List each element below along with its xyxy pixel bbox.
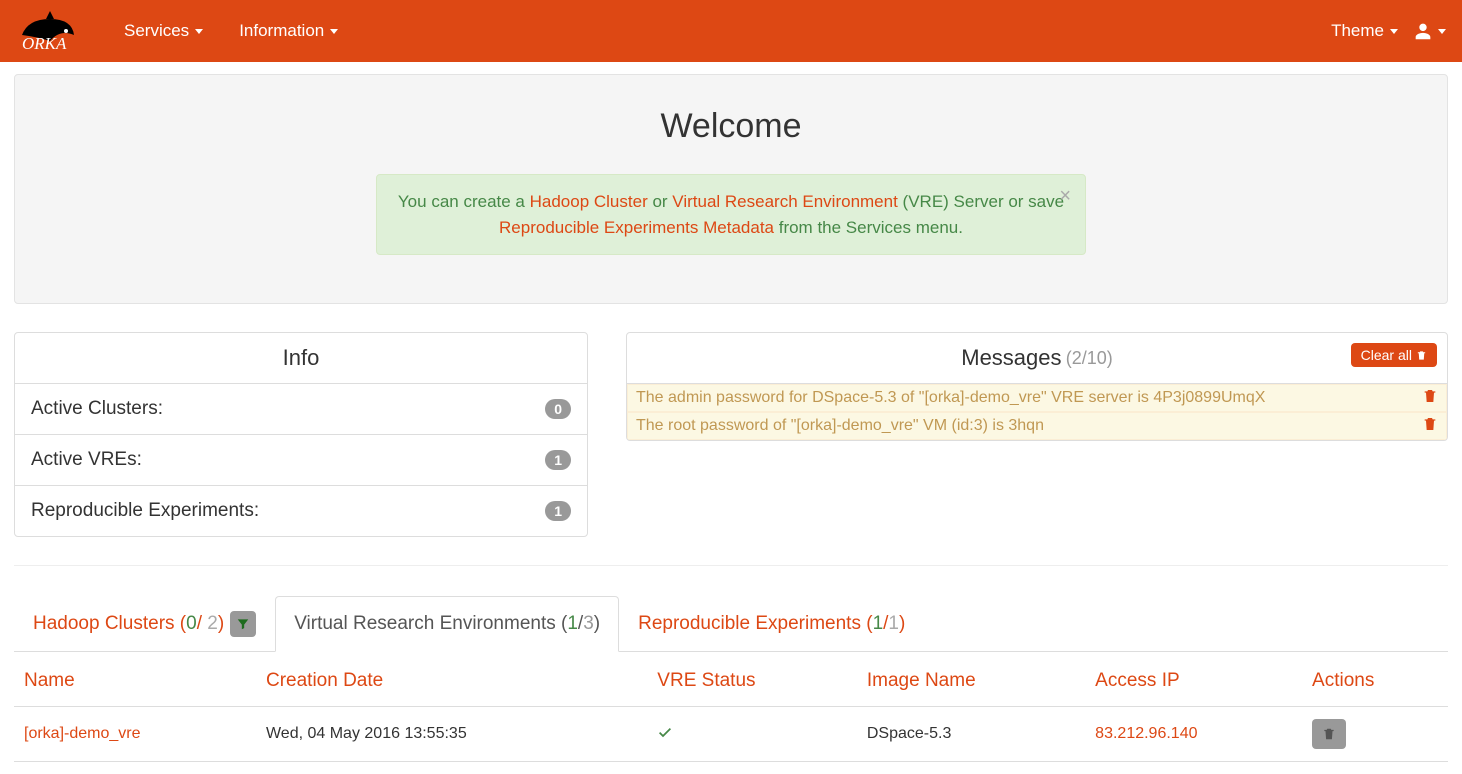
col-status[interactable]: VRE Status [647, 656, 857, 707]
alert-text-pre1: You can create a [398, 192, 530, 211]
svg-text:ORKA: ORKA [22, 34, 67, 53]
trash-icon [1422, 416, 1438, 432]
vre-ip-link[interactable]: 83.212.96.140 [1095, 725, 1197, 742]
tab-label: Hadoop Clusters [33, 613, 175, 634]
chevron-down-icon [330, 29, 338, 34]
col-name[interactable]: Name [14, 656, 256, 707]
divider [14, 565, 1448, 566]
message-row: The root password of "[orka]-demo_vre" V… [627, 412, 1447, 440]
vre-name-link[interactable]: [orka]-demo_vre [24, 725, 141, 742]
alert-text-mid1: or [648, 192, 673, 211]
col-image[interactable]: Image Name [857, 656, 1085, 707]
chevron-down-icon [195, 29, 203, 34]
info-count-badge: 1 [545, 450, 571, 470]
tab-total-count: 2 [207, 613, 218, 634]
status-active-icon [657, 727, 673, 744]
message-text: The root password of "[orka]-demo_vre" V… [636, 417, 1044, 435]
info-label: Active Clusters: [31, 398, 163, 420]
chevron-down-icon [1438, 29, 1446, 34]
trash-icon [1322, 727, 1336, 741]
page-title: Welcome [29, 107, 1433, 146]
col-ip[interactable]: Access IP [1085, 656, 1302, 707]
vre-date: Wed, 04 May 2016 13:55:35 [256, 707, 647, 762]
link-repro-experiments[interactable]: Reproducible Experiments Metadata [499, 218, 774, 237]
info-count-badge: 1 [545, 501, 571, 521]
messages-title: Messages [961, 345, 1061, 371]
nav-user-menu[interactable] [1412, 20, 1446, 42]
tab-total-count: 1 [888, 613, 899, 634]
chevron-down-icon [1390, 29, 1398, 34]
nav-theme[interactable]: Theme [1325, 13, 1404, 49]
tab-label: Virtual Research Environments [294, 613, 556, 634]
info-messages-row: Info Active Clusters: 0 Active VREs: 1 R… [14, 332, 1448, 537]
check-icon [657, 724, 673, 740]
info-label: Reproducible Experiments: [31, 500, 259, 522]
welcome-jumbotron: Welcome × You can create a Hadoop Cluste… [14, 74, 1448, 304]
link-vre[interactable]: Virtual Research Environment [672, 192, 898, 211]
info-item-repro: Reproducible Experiments: 1 [15, 486, 587, 536]
vre-table: Name Creation Date VRE Status Image Name… [14, 656, 1448, 762]
info-panel: Info Active Clusters: 0 Active VREs: 1 R… [14, 332, 588, 537]
trash-icon [1422, 388, 1438, 404]
user-icon [1412, 20, 1434, 42]
delete-vre-button[interactable] [1312, 719, 1346, 749]
orka-logo-icon: ORKA [16, 9, 94, 53]
nav-information[interactable]: Information [233, 13, 344, 49]
info-count-badge: 0 [545, 399, 571, 419]
nav-services-label: Services [124, 21, 189, 41]
col-actions[interactable]: Actions [1302, 656, 1448, 707]
col-date[interactable]: Creation Date [256, 656, 647, 707]
tab-vre[interactable]: Virtual Research Environments (1/3) [275, 596, 619, 652]
link-hadoop-cluster[interactable]: Hadoop Cluster [530, 192, 648, 211]
nav-theme-label: Theme [1331, 21, 1384, 41]
main-container: Welcome × You can create a Hadoop Cluste… [0, 62, 1462, 774]
brand-logo[interactable]: ORKA [16, 9, 94, 53]
trash-icon [1416, 350, 1427, 361]
messages-panel: Messages (2/10) Clear all The admin pass… [626, 332, 1448, 441]
info-label: Active VREs: [31, 449, 142, 471]
navbar-left: ORKA Services Information [16, 9, 344, 53]
filter-button[interactable] [230, 611, 256, 637]
clear-all-label: Clear all [1361, 347, 1412, 363]
tab-active-count: 1 [873, 613, 884, 634]
messages-count: (2/10) [1066, 348, 1113, 369]
table-row: [orka]-demo_vre Wed, 04 May 2016 13:55:3… [14, 707, 1448, 762]
table-header-row: Name Creation Date VRE Status Image Name… [14, 656, 1448, 707]
tab-active-count: 1 [567, 613, 578, 634]
message-row: The admin password for DSpace-5.3 of "[o… [627, 384, 1447, 412]
info-item-vres: Active VREs: 1 [15, 435, 587, 486]
alert-text-post2: from the Services menu. [774, 218, 963, 237]
tab-label: Reproducible Experiments [638, 613, 861, 634]
navbar: ORKA Services Information Theme [0, 0, 1462, 62]
messages-header: Messages (2/10) Clear all [627, 333, 1447, 384]
delete-message-button[interactable] [1422, 416, 1438, 436]
close-icon[interactable]: × [1059, 185, 1071, 208]
welcome-alert: × You can create a Hadoop Cluster or Vir… [376, 174, 1086, 255]
nav-services[interactable]: Services [118, 13, 209, 49]
tab-repro-experiments[interactable]: Reproducible Experiments (1/1) [619, 596, 924, 652]
tab-total-count: 3 [583, 613, 594, 634]
message-text: The admin password for DSpace-5.3 of "[o… [636, 389, 1265, 407]
tab-active-count: 0 [186, 613, 197, 634]
vre-image: DSpace-5.3 [857, 707, 1085, 762]
info-heading: Info [15, 333, 587, 384]
alert-text-post1: (VRE) Server or save [898, 192, 1064, 211]
tab-hadoop-clusters[interactable]: Hadoop Clusters (0/ 2) [14, 596, 275, 652]
clear-all-button[interactable]: Clear all [1351, 343, 1437, 367]
filter-icon [236, 617, 250, 631]
delete-message-button[interactable] [1422, 388, 1438, 408]
navbar-right: Theme [1325, 13, 1446, 49]
nav-information-label: Information [239, 21, 324, 41]
tabs: Hadoop Clusters (0/ 2) Virtual Research … [14, 596, 1448, 652]
info-item-clusters: Active Clusters: 0 [15, 384, 587, 435]
